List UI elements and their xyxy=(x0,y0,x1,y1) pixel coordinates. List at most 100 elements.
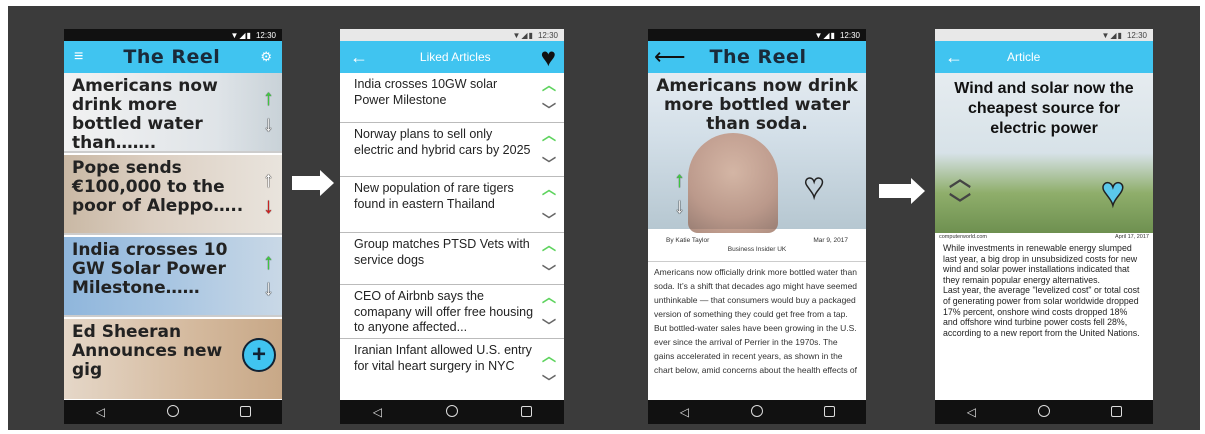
vote-controls: ↑ ↓ xyxy=(263,87,274,135)
status-bar: ▼◢▮ 12:30 xyxy=(340,29,564,41)
article-source: Business Insider UK xyxy=(727,246,787,253)
liked-article-item[interactable]: India crosses 10GW solar Power Milestone… xyxy=(340,73,564,123)
downvote-arrow-icon[interactable]: ↓ xyxy=(263,277,274,299)
article-date: Mar 9, 2017 xyxy=(813,237,848,244)
chevron-down-icon[interactable]: ﹀ xyxy=(542,264,556,281)
liked-article-title: CEO of Airbnb says the comapany will off… xyxy=(354,289,534,334)
system-nav-bar: ◁ xyxy=(935,400,1153,424)
back-arrow-icon[interactable]: ← xyxy=(340,47,378,68)
system-nav-bar: ◁ xyxy=(340,400,564,424)
back-nav-icon[interactable]: ◁ xyxy=(357,405,397,419)
heart-icon[interactable]: ♥ xyxy=(803,168,825,204)
feed-card[interactable]: India crosses 10 GW Solar Power Mileston… xyxy=(64,237,282,317)
recents-nav-icon[interactable] xyxy=(507,405,547,420)
status-time: 12:30 xyxy=(1126,30,1147,40)
article-body: Americans now officially drink more bott… xyxy=(654,267,858,375)
upvote-arrow-icon[interactable]: ↑ xyxy=(674,169,685,191)
liked-article-item[interactable]: Norway plans to sell only electric and h… xyxy=(340,123,564,177)
back-nav-icon[interactable]: ◁ xyxy=(664,405,704,419)
recents-nav-icon[interactable] xyxy=(226,405,266,420)
liked-article-item[interactable]: CEO of Airbnb says the comapany will off… xyxy=(340,285,564,339)
signal-battery-icons: ▼◢▮ xyxy=(230,30,252,40)
back-arrow-icon[interactable]: ⟵ xyxy=(648,44,692,70)
chevron-down-icon[interactable]: ﹀ xyxy=(542,318,556,335)
chevron-up-icon[interactable]: ︿ xyxy=(542,127,556,144)
downvote-arrow-icon[interactable]: ↓ xyxy=(263,113,274,135)
home-nav-icon[interactable] xyxy=(432,404,472,420)
upvote-arrow-icon[interactable]: ↑ xyxy=(263,87,274,109)
back-nav-icon[interactable]: ◁ xyxy=(80,405,120,419)
status-time: 12:30 xyxy=(255,30,276,40)
article-byline: By Katie Taylor Mar 9, 2017 Business Ins… xyxy=(648,231,866,262)
filter-icon[interactable]: ⚙ xyxy=(260,49,272,65)
liked-article-title: Iranian Infant allowed U.S. entry for vi… xyxy=(354,343,532,373)
article-source: computerworld.com xyxy=(939,234,987,240)
chevron-up-icon[interactable]: ︿ xyxy=(542,237,556,254)
app-bar: ⟵ The Reel xyxy=(648,41,866,73)
flow-arrow-icon xyxy=(879,178,925,204)
article-headline: Americans now drink more bottled water t… xyxy=(656,76,858,134)
article-body: While investments in renewable energy sl… xyxy=(943,243,1140,338)
downvote-arrow-icon[interactable]: ↓ xyxy=(674,195,685,217)
liked-heart-icon[interactable]: ♥ xyxy=(1100,171,1125,213)
status-bar: ▼◢▮ 12:30 xyxy=(935,29,1153,41)
home-nav-icon[interactable] xyxy=(737,404,777,420)
hero-photo xyxy=(688,133,778,233)
article-author: By Katie Taylor xyxy=(666,237,710,244)
chevron-up-icon[interactable]: ︿ xyxy=(542,348,556,365)
article-hero-image: Americans now drink more bottled water t… xyxy=(648,73,866,233)
feed-card-headline: India crosses 10 GW Solar Power Mileston… xyxy=(72,240,228,298)
signal-battery-icons: ▼◢▮ xyxy=(1101,30,1123,40)
liked-article-title: New population of rare tigers found in e… xyxy=(354,181,514,211)
chevron-down-icon[interactable]: ﹀ xyxy=(542,102,556,119)
signal-battery-icons: ▼◢▮ xyxy=(814,30,836,40)
screen-title: Article xyxy=(1007,50,1041,64)
app-title: The Reel xyxy=(709,46,807,68)
downvote-arrow-icon[interactable]: ↓ xyxy=(263,195,274,217)
system-nav-bar: ◁ xyxy=(648,400,866,424)
chevron-up-icon[interactable]: ︿ xyxy=(542,181,556,198)
heart-icon[interactable]: ♥ xyxy=(533,42,564,73)
liked-article-item[interactable]: Iranian Infant allowed U.S. entry for vi… xyxy=(340,339,564,400)
screen-title: Liked Articles xyxy=(419,50,491,64)
chevron-down-icon[interactable]: ﹀ xyxy=(542,374,556,391)
feed-screen: ▼◢▮ 12:30 ≡ The Reel ⚙ Americans now dri… xyxy=(64,29,282,424)
vote-controls: ↑ ↓ xyxy=(263,251,274,299)
status-time: 12:30 xyxy=(537,30,558,40)
back-nav-icon[interactable]: ◁ xyxy=(951,405,991,419)
chevron-down-icon[interactable]: ﹀ xyxy=(542,156,556,173)
signal-battery-icons: ▼◢▮ xyxy=(512,30,534,40)
feed-card[interactable]: Americans now drink more bottled water t… xyxy=(64,73,282,153)
liked-article-item[interactable]: New population of rare tigers found in e… xyxy=(340,177,564,233)
feed-card-headline: Pope sends €100,000 to the poor of Alepp… xyxy=(72,158,244,216)
article-screen: ▼◢▮ 12:30 ← Article Wind and solar now t… xyxy=(935,29,1153,424)
recents-nav-icon[interactable] xyxy=(810,405,850,420)
chevron-up-icon[interactable]: ︿ xyxy=(542,289,556,306)
back-arrow-icon[interactable]: ← xyxy=(935,47,973,68)
chevron-down-icon[interactable]: ﹀ xyxy=(542,212,556,229)
flow-arrow-icon xyxy=(292,170,334,196)
status-time: 12:30 xyxy=(839,30,860,40)
liked-article-title: India crosses 10GW solar Power Milestone xyxy=(354,77,498,107)
article-hero-image: Wind and solar now the cheapest source f… xyxy=(935,73,1153,233)
reel-article-screen: ▼◢▮ 12:30 ⟵ The Reel Americans now drink… xyxy=(648,29,866,424)
app-bar: ← Article xyxy=(935,41,1153,73)
home-nav-icon[interactable] xyxy=(1024,404,1064,420)
app-bar: ≡ The Reel ⚙ xyxy=(64,41,282,73)
upvote-arrow-icon[interactable]: ↑ xyxy=(263,251,274,273)
app-bar: ← Liked Articles ♥ xyxy=(340,41,564,73)
chevron-down-icon[interactable]: ﹀ xyxy=(949,187,971,219)
chevron-up-icon[interactable]: ︿ xyxy=(542,77,556,94)
status-bar: ▼◢▮ 12:30 xyxy=(64,29,282,41)
home-nav-icon[interactable] xyxy=(153,404,193,420)
menu-icon[interactable]: ≡ xyxy=(74,48,83,66)
upvote-arrow-icon[interactable]: ↑ xyxy=(263,169,274,191)
feed-card-headline: Americans now drink more bottled water t… xyxy=(72,76,218,153)
article-headline: Wind and solar now the cheapest source f… xyxy=(954,80,1134,137)
app-title: The Reel xyxy=(123,46,221,68)
recents-nav-icon[interactable] xyxy=(1097,405,1137,420)
feed-card[interactable]: Pope sends €100,000 to the poor of Alepp… xyxy=(64,155,282,235)
liked-article-item[interactable]: Group matches PTSD Vets with service dog… xyxy=(340,233,564,285)
add-fab-button[interactable]: + xyxy=(242,338,276,372)
article-meta: computerworld.com April 17, 2017 xyxy=(939,234,1149,240)
